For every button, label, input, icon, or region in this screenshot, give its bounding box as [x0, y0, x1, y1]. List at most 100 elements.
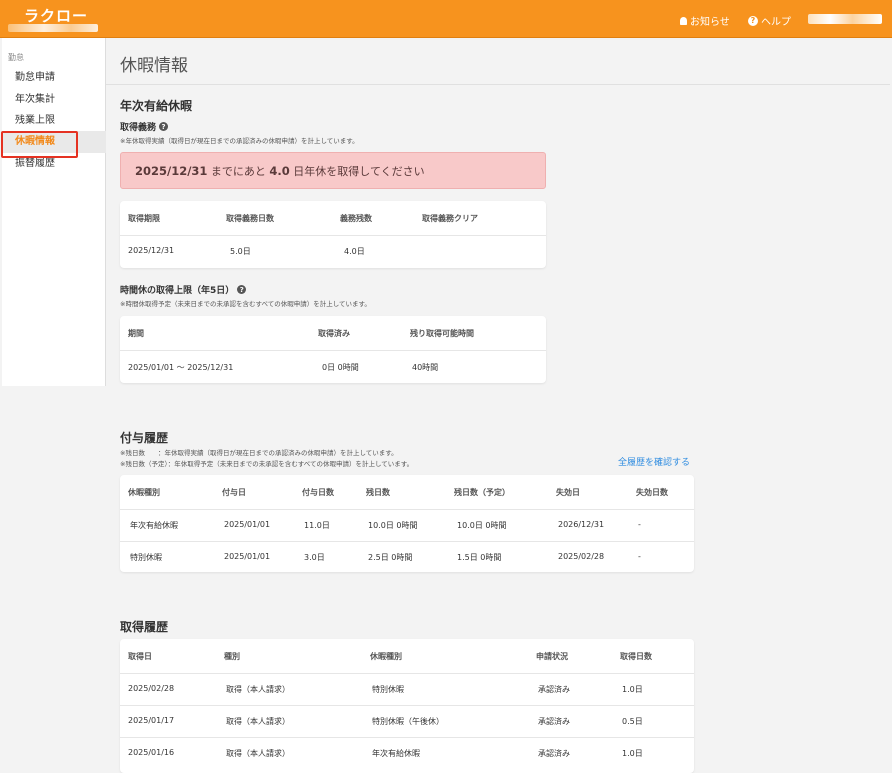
alert-tail: 日年休を取得してください: [289, 165, 425, 178]
table-cell: 0.5日: [622, 717, 643, 726]
table-cell: 取得（本人請求）: [226, 685, 290, 694]
table-cell: 10.0日 0時間: [368, 521, 418, 530]
table-header: 失効日: [556, 488, 580, 497]
table-cell: 4.0日: [344, 247, 365, 256]
help-circle-icon[interactable]: ?: [237, 285, 247, 294]
alert-mid: までにあと: [207, 165, 270, 178]
obligation-alert: 2025/12/31 までにあと 4.0 日年休を取得してください: [120, 152, 546, 189]
hourly-limit-title-text: 時間休の取得上限（年5日）: [120, 286, 235, 296]
bell-icon: [680, 16, 687, 25]
notice-link[interactable]: お知らせ: [680, 13, 730, 28]
table-cell: 1.5日 0時間: [457, 553, 502, 562]
help-icon: ?: [748, 15, 758, 26]
view-all-history-link[interactable]: 全履歴を確認する: [618, 455, 690, 468]
user-name-blurred[interactable]: [808, 14, 882, 24]
usage-history-heading: 取得履歴: [120, 620, 169, 634]
alert-days: 4.0: [269, 164, 290, 178]
table-header: 残日数（予定）: [454, 488, 510, 497]
table-cell: 2025/01/01 〜 2025/12/31: [128, 363, 234, 372]
table-cell: 年次有給休暇: [130, 521, 178, 530]
table-cell: 2025/01/01: [224, 552, 271, 561]
obligation-note: ※年休取得実績（取得日が現在日までの承認済みの休暇申請）を計上しています。: [120, 137, 359, 145]
sidebar-item-attendance-request[interactable]: 勤怠申請: [2, 67, 106, 89]
table-header: 失効日数: [636, 488, 668, 497]
table-header: 取得期限: [128, 214, 160, 223]
table-header: 付与日数: [302, 488, 334, 497]
table-cell: 2025/02/28: [128, 684, 175, 693]
table-cell: 承認済み: [538, 685, 570, 694]
table-header: 取得義務クリア: [422, 214, 478, 223]
obligation-title-text: 取得義務: [120, 123, 157, 133]
table-header: 期間: [128, 329, 144, 338]
page-title-bar: 休暇情報: [106, 38, 890, 85]
table-cell: 特別休暇: [130, 553, 162, 562]
help-circle-icon[interactable]: ?: [159, 122, 169, 131]
usage-history-table: 取得日 種別 休暇種別 申請状況 取得日数 2025/02/28 取得（本人請求…: [120, 639, 694, 773]
table-header: 取得済み: [318, 329, 350, 338]
table-cell: 年次有給休暇: [372, 749, 420, 758]
table-header: 残日数: [366, 488, 390, 497]
row-divider: [120, 509, 694, 510]
table-header: 種別: [224, 652, 240, 661]
table-cell: 11.0日: [304, 521, 330, 530]
table-cell: 承認済み: [538, 749, 570, 758]
notice-label: お知らせ: [690, 17, 730, 28]
table-cell: 2026/12/31: [558, 520, 605, 529]
table-cell: -: [638, 552, 641, 561]
hourly-limit-note: ※時間休取得予定（未来日までの未承認を含むすべての休暇申請）を計上しています。: [120, 300, 371, 308]
table-header: 取得日数: [620, 652, 652, 661]
obligation-table: 取得期限 取得義務日数 義務残数 取得義務クリア 2025/12/31 5.0日…: [120, 201, 546, 268]
table-cell: 特別休暇: [372, 685, 404, 694]
help-label: ヘルプ: [761, 17, 791, 28]
table-cell: 1.0日: [622, 685, 643, 694]
table-cell: 2.5日 0時間: [368, 553, 413, 562]
table-header: 休暇種別: [128, 488, 160, 497]
row-divider: [120, 705, 694, 706]
row-divider: [120, 673, 694, 674]
app-logo[interactable]: ラクロー: [24, 5, 88, 26]
table-header: 付与日: [222, 488, 246, 497]
table-cell: 3.0日: [304, 553, 325, 562]
page-title: 休暇情報: [120, 56, 188, 76]
active-item-highlight: [1, 131, 78, 158]
table-cell: 取得（本人請求）: [226, 717, 290, 726]
table-header: 申請状況: [536, 652, 568, 661]
table-cell: 2025/01/01: [224, 520, 271, 529]
table-cell: 2025/02/28: [558, 552, 605, 561]
hourly-limit-title: 時間休の取得上限（年5日） ?: [120, 283, 247, 296]
annual-leave-heading: 年次有給休暇: [120, 99, 193, 113]
grant-history-heading: 付与履歴: [120, 431, 169, 445]
table-header: 取得義務日数: [226, 214, 274, 223]
alert-date: 2025/12/31: [135, 164, 208, 178]
table-cell: 特別休暇（午後休）: [372, 717, 444, 726]
grant-note-2: ※残日数（予定）：年休取得予定（未来日までの未承認を含むすべての休暇申請）を計上…: [120, 460, 414, 468]
grant-note-1: ※残日数 ：年休取得実績（取得日が現在日までの承認済みの休暇申請）を計上していま…: [120, 449, 398, 457]
row-divider: [120, 235, 546, 236]
table-cell: 0日 0時間: [322, 363, 359, 372]
company-name-blurred: [8, 24, 98, 32]
table-header: 残り取得可能時間: [410, 329, 474, 338]
grant-history-table: 休暇種別 付与日 付与日数 残日数 残日数（予定） 失効日 失効日数 年次有給休…: [120, 475, 694, 572]
row-divider: [120, 350, 546, 351]
table-cell: 2025/01/16: [128, 748, 175, 757]
obligation-title: 取得義務 ?: [120, 120, 169, 133]
table-cell: -: [638, 520, 641, 529]
sidebar-item-overtime-limit[interactable]: 残業上限: [2, 110, 106, 132]
table-header: 取得日: [128, 652, 152, 661]
table-cell: 取得（本人請求）: [226, 749, 290, 758]
table-cell: 2025/12/31: [128, 246, 175, 255]
main-content: 休暇情報 年次有給休暇 取得義務 ? ※年休取得実績（取得日が現在日までの承認済…: [106, 38, 890, 773]
table-header: 義務残数: [340, 214, 372, 223]
table-cell: 40時間: [412, 363, 439, 372]
row-divider: [120, 737, 694, 738]
table-header: 休暇種別: [370, 652, 402, 661]
sidebar: 勤怠 勤怠申請 年次集計 残業上限 休暇情報 振替履歴: [2, 38, 106, 386]
help-link[interactable]: ? ヘルプ: [748, 13, 791, 28]
sidebar-item-annual-summary[interactable]: 年次集計: [2, 89, 106, 111]
table-cell: 1.0日: [622, 749, 643, 758]
top-header: ラクロー お知らせ ? ヘルプ: [0, 0, 892, 38]
table-cell: 承認済み: [538, 717, 570, 726]
sidebar-section-label: 勤怠: [8, 53, 24, 62]
table-cell: 2025/01/17: [128, 716, 175, 725]
table-cell: 5.0日: [230, 247, 251, 256]
